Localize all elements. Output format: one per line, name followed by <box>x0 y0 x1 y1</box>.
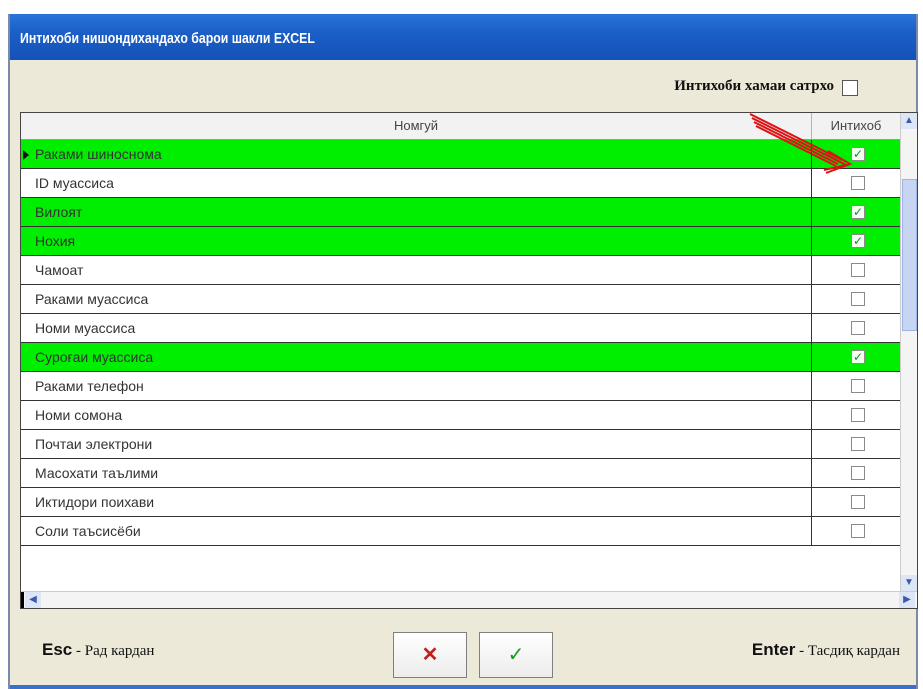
select-all-checkbox[interactable] <box>842 80 858 96</box>
row-name: Вилоят <box>35 204 83 220</box>
scroll-right-icon[interactable]: ▶ <box>899 592 915 608</box>
indicator-grid: Номгуй Интихоб Раками шиноснома ✓ ID муасс… <box>20 112 918 609</box>
column-divider <box>811 227 812 256</box>
column-header-name[interactable]: Номгуй <box>21 113 812 139</box>
window-title: Интихоби нишондихандахо барои шакли EXCE… <box>20 30 315 47</box>
row-select-checkbox[interactable] <box>851 466 865 480</box>
table-row[interactable]: Раками муассиса <box>21 285 901 314</box>
column-divider <box>811 140 812 169</box>
row-select-checkbox[interactable] <box>851 524 865 538</box>
column-divider <box>811 314 812 343</box>
table-row[interactable]: Номи муассиса <box>21 314 901 343</box>
column-divider <box>811 430 812 459</box>
row-name: Суроғаи муассиса <box>35 349 154 365</box>
table-row[interactable]: Раками телефон <box>21 372 901 401</box>
row-name: Номи муассиса <box>35 320 136 336</box>
cancel-button[interactable]: ✕ <box>393 632 467 678</box>
row-name: Нохия <box>35 233 76 249</box>
column-header-select[interactable]: Интихоб <box>812 113 900 139</box>
dialog-window: Интихоби нишондихандахо барои шакли EXCE… <box>8 14 918 689</box>
enter-hint: Enter - Тасдиқ кардан <box>752 640 900 660</box>
column-divider <box>811 372 812 401</box>
table-row[interactable]: Почтаи электрони <box>21 430 901 459</box>
row-name: Чамоат <box>35 262 84 278</box>
grid-header: Номгуй Интихоб <box>21 113 901 140</box>
esc-key-label: Esc <box>42 640 73 659</box>
column-divider <box>811 459 812 488</box>
table-row[interactable]: Суроғаи муассиса ✓ <box>21 343 901 372</box>
table-row[interactable]: Нохия ✓ <box>21 227 901 256</box>
window-bottom-border <box>10 685 916 689</box>
grid-rows: Раками шиноснома ✓ ID муассиса Вилоят ✓ Нохия… <box>21 140 901 546</box>
row-select-checkbox[interactable] <box>851 379 865 393</box>
scroll-up-icon[interactable]: ▲ <box>901 113 917 129</box>
row-select-checkbox[interactable] <box>851 263 865 277</box>
confirm-button[interactable]: ✓ <box>479 632 553 678</box>
enter-hint-text: - Тасдиқ кардан <box>795 643 900 659</box>
select-all-label: Интихоби хамаи сатрхо <box>674 78 834 94</box>
row-name: Раками муассиса <box>35 291 149 307</box>
row-select-checkbox[interactable] <box>851 437 865 451</box>
current-row-indicator-icon <box>23 150 29 160</box>
vertical-scrollbar[interactable]: ▲ ▼ <box>900 113 917 591</box>
row-select-checkbox[interactable] <box>851 321 865 335</box>
table-row[interactable]: Номи сомона <box>21 401 901 430</box>
table-row[interactable]: Вилоят ✓ <box>21 198 901 227</box>
esc-hint: Esc - Рад кардан <box>42 640 154 660</box>
esc-hint-text: - Рад кардан <box>72 643 155 659</box>
row-name: Соли таъсисёби <box>35 523 141 539</box>
column-divider <box>811 517 812 546</box>
row-name: ID муассиса <box>35 175 114 191</box>
scroll-down-icon[interactable]: ▼ <box>901 575 917 591</box>
row-select-checkbox[interactable]: ✓ <box>851 234 865 248</box>
table-row[interactable]: Соли таъсисёби <box>21 517 901 546</box>
dialog-footer: Esc - Рад кардан ✕ ✓ Enter - Тасдиқ кард… <box>10 614 916 689</box>
row-name: Масохати таълими <box>35 465 159 481</box>
column-divider <box>811 488 812 517</box>
row-select-checkbox[interactable]: ✓ <box>851 350 865 364</box>
row-select-checkbox[interactable]: ✓ <box>851 147 865 161</box>
column-divider <box>811 198 812 227</box>
column-divider <box>811 169 812 198</box>
title-bar: Интихоби нишондихандахо барои шакли EXCE… <box>10 14 916 60</box>
row-select-checkbox[interactable]: ✓ <box>851 205 865 219</box>
column-divider <box>811 401 812 430</box>
table-row[interactable]: Иктидори поихави <box>21 488 901 517</box>
scroll-left-marker <box>21 592 24 608</box>
horizontal-scrollbar[interactable]: ◀ ▶ <box>21 591 917 608</box>
row-select-checkbox[interactable] <box>851 495 865 509</box>
table-row[interactable]: Раками шиноснома ✓ <box>21 140 901 169</box>
column-divider <box>811 256 812 285</box>
table-row[interactable]: ID муассиса <box>21 169 901 198</box>
row-select-checkbox[interactable] <box>851 292 865 306</box>
row-name: Номи сомона <box>35 407 123 423</box>
column-divider <box>811 285 812 314</box>
table-row[interactable]: Чамоат <box>21 256 901 285</box>
row-name: Почтаи электрони <box>35 436 153 452</box>
scroll-left-icon[interactable]: ◀ <box>25 592 41 608</box>
row-select-checkbox[interactable] <box>851 408 865 422</box>
row-select-checkbox[interactable] <box>851 176 865 190</box>
row-name: Раками телефон <box>35 378 144 394</box>
table-row[interactable]: Масохати таълими <box>21 459 901 488</box>
column-divider <box>811 343 812 372</box>
row-name: Раками шиноснома <box>35 146 162 162</box>
scroll-thumb[interactable] <box>902 179 917 331</box>
enter-key-label: Enter <box>751 640 796 659</box>
row-name: Иктидори поихави <box>35 494 155 510</box>
